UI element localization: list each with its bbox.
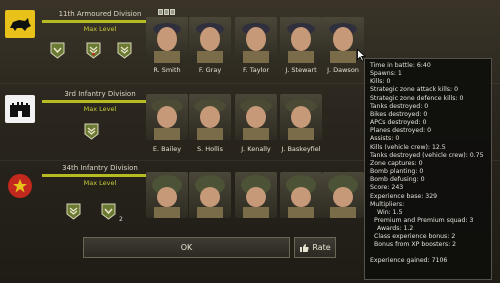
rate-button[interactable]: Rate xyxy=(294,237,336,258)
stat-time-in-battle: Time in battle: 6:40 xyxy=(370,62,431,69)
division-name: 34th Infantry Division xyxy=(62,164,138,172)
soldier-portrait[interactable] xyxy=(189,94,231,140)
rhino-emblem-icon xyxy=(5,10,35,38)
soldier-name: J. Stewart xyxy=(285,66,317,74)
chevron-badge-icon[interactable] xyxy=(86,42,101,59)
soldier-name: J. Kenally xyxy=(241,145,271,153)
rate-label: Rate xyxy=(312,243,331,252)
soldier-name: E. Bailey xyxy=(152,145,182,153)
stat-tanks-vehicle-crew: Tanks destroyed (vehicle crew): 0.75 xyxy=(370,151,484,159)
stat-tanks-destroyed: Tanks destroyed: 0 xyxy=(370,102,429,110)
stat-experience-gained: Experience gained: 7106 xyxy=(370,256,448,264)
soldier-portrait[interactable] xyxy=(146,17,188,63)
division-name: 11th Armoured Division xyxy=(58,10,142,18)
soldier-portrait[interactable] xyxy=(280,17,322,63)
rank-icons xyxy=(158,9,175,15)
chevron-badge-icon[interactable] xyxy=(117,42,132,59)
stat-bomb-planting: Bomb planting: 0 xyxy=(370,168,424,176)
stat-spawns: Spawns: 1 xyxy=(370,70,402,78)
soldier-portrait[interactable] xyxy=(235,172,277,218)
stat-win: Win: 1.5 xyxy=(377,208,403,216)
stat-strategic-attack: Strategic zone attack kills: 0 xyxy=(370,86,459,94)
soldier-portrait[interactable] xyxy=(189,17,231,63)
stat-xp-boosters: Bonus from XP boosters: 2 xyxy=(374,241,457,249)
stats-tooltip: Time in battle: 6:40 Spawns: 1 Kills: 0 … xyxy=(364,58,492,280)
soldier-portrait[interactable] xyxy=(322,172,364,218)
division-name: 3rd Infantry Division xyxy=(64,90,136,98)
stat-zone-captures: Zone captures: 0 xyxy=(370,159,423,167)
chevron-badge-icon[interactable] xyxy=(50,42,65,59)
soldier-portrait[interactable] xyxy=(146,94,188,140)
stat-awards: Awards: 1.2 xyxy=(377,225,414,233)
max-level-label: Max Level xyxy=(83,179,117,187)
chevron-badge-icon[interactable] xyxy=(101,203,116,220)
soldier-name: F. Gray xyxy=(198,66,222,74)
ok-button[interactable]: OK xyxy=(83,237,290,258)
soldier-portrait[interactable] xyxy=(235,94,277,140)
soldier-name: R. Smith xyxy=(153,66,181,74)
level-bar xyxy=(42,100,146,103)
stat-multipliers: Multipliers: xyxy=(370,200,405,208)
stat-kills-vehicle-crew: Kills (vehicle crew): 12.5 xyxy=(370,143,446,151)
thumbs-up-icon xyxy=(300,243,309,252)
soldier-portrait[interactable] xyxy=(280,172,322,218)
stat-kills: Kills: 0 xyxy=(370,78,391,86)
stat-class-bonus: Class experience bonus: 2 xyxy=(374,233,456,241)
level-bar xyxy=(42,20,146,23)
max-level-label: Max Level xyxy=(83,105,117,113)
mouse-cursor-icon xyxy=(357,49,366,62)
stat-score: Score: 243 xyxy=(370,184,404,192)
stat-premium-squad: Premium and Premium squad: 3 xyxy=(374,216,474,224)
stat-experience-base: Experience base: 329 xyxy=(370,192,438,200)
chevron-badge-icon[interactable] xyxy=(66,203,81,220)
stat-bomb-defusing: Bomb defusing: 0 xyxy=(370,176,425,184)
stat-strategic-defence: Strategic zone defence kills: 0 xyxy=(370,94,464,102)
level-bar xyxy=(42,174,146,177)
red-star-emblem-icon xyxy=(8,174,32,198)
soldier-name: S. Hollis xyxy=(197,145,223,153)
soldier-name: J. Baskeyfiel xyxy=(281,145,321,153)
soldier-portrait[interactable] xyxy=(235,17,277,63)
soldier-portrait[interactable] xyxy=(280,94,322,140)
stat-apcs-destroyed: APCs destroyed: 0 xyxy=(370,119,427,127)
stat-assists: Assists: 0 xyxy=(370,135,400,143)
badge-count: 2 xyxy=(119,216,123,223)
max-level-label: Max Level xyxy=(83,25,117,33)
castle-emblem-icon xyxy=(5,95,35,123)
soldier-name: F. Taylor xyxy=(242,66,269,74)
soldier-name: J. Dawson xyxy=(327,66,359,74)
chevron-badge-icon[interactable] xyxy=(84,123,99,140)
soldier-portrait[interactable] xyxy=(189,172,231,218)
stat-planes-destroyed: Planes destroyed: 0 xyxy=(370,127,432,135)
soldier-portrait[interactable] xyxy=(146,172,188,218)
stat-bikes-destroyed: Bikes destroyed: 0 xyxy=(370,110,428,118)
